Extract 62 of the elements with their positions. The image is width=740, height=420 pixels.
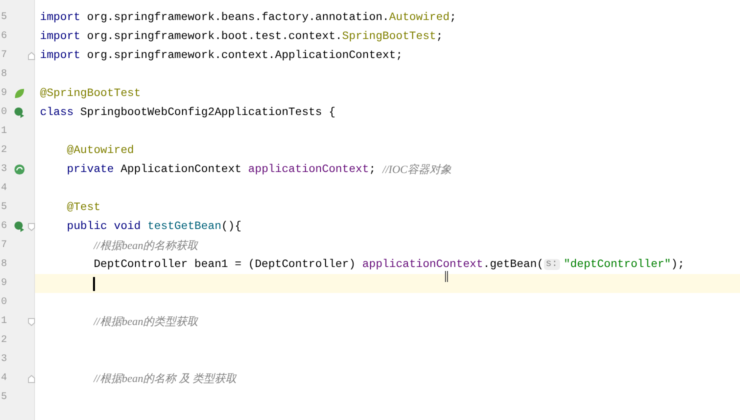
line-number: 6: [0, 31, 8, 42]
code-text: .getBean(: [483, 258, 544, 270]
string-literal: "deptController": [564, 258, 671, 270]
line-number: 7: [0, 240, 8, 251]
fold-marker-icon[interactable]: [28, 52, 35, 60]
fold-marker-icon[interactable]: [28, 318, 35, 326]
fold-marker-icon[interactable]: [28, 374, 35, 382]
line-number: 9: [0, 88, 8, 99]
line-number: 0: [0, 107, 8, 118]
annotation: @Autowired: [66, 144, 134, 156]
line-number: 9: [0, 278, 8, 289]
code-text: ;: [369, 164, 377, 176]
annotation: @SpringBootTest: [40, 88, 141, 100]
fold-marker-icon[interactable]: [28, 222, 35, 230]
line-number: 3: [0, 354, 8, 365]
code-comment: //根据bean的名称 及 类型获取: [94, 372, 237, 386]
line-number: 6: [0, 221, 8, 232]
keyword: import: [40, 30, 80, 42]
line-number: 1: [0, 316, 8, 327]
code-comment: //IOC容器对象: [382, 162, 452, 177]
field-name: applicationContext: [362, 258, 484, 270]
keyword: private: [66, 164, 114, 176]
code-text: org.springframework.context.ApplicationContext;: [87, 50, 403, 62]
keyword: import: [40, 12, 80, 24]
line-number: 1: [0, 126, 8, 137]
annotation: @Test: [66, 202, 100, 214]
line-number: 4: [0, 183, 8, 194]
code-text: ;: [450, 12, 456, 24]
line-number: 8: [0, 259, 8, 270]
bean-icon[interactable]: [14, 164, 24, 175]
text-cursor-icon: [445, 271, 448, 282]
code-text: );: [671, 258, 684, 270]
line-number: 5: [0, 392, 8, 403]
line-number: 3: [0, 164, 8, 175]
line-number: 5: [0, 202, 8, 213]
code-text: org.springframework.beans.factory.annotation.: [87, 12, 390, 24]
leaf-icon[interactable]: [14, 88, 24, 99]
method-name: testGetBean: [147, 220, 222, 232]
field-name: applicationContext: [248, 164, 369, 176]
code-text: (){: [221, 220, 242, 232]
code-comment: //根据bean的类型获取: [94, 315, 198, 329]
keyword: public void: [66, 220, 142, 232]
annotation: SpringBootTest: [342, 30, 436, 42]
line-number: 4: [0, 373, 8, 384]
keyword: class: [40, 106, 74, 118]
line-number: 0: [0, 297, 8, 308]
run-icon[interactable]: [14, 221, 24, 232]
code-text: org.springframework.boot.test.context.: [87, 30, 342, 42]
annotation: Autowired: [389, 12, 450, 24]
line-number: 2: [0, 145, 8, 156]
keyword: import: [40, 50, 80, 62]
line-number: 7: [0, 50, 8, 61]
line-number: 5: [0, 12, 8, 23]
code-text: ;: [436, 30, 443, 42]
code-text: ApplicationContext: [120, 164, 242, 176]
line-number: 2: [0, 335, 8, 346]
run-icon[interactable]: [14, 107, 24, 118]
code-comment: //根据bean的名称获取: [94, 239, 198, 253]
parameter-hint: s:: [544, 259, 560, 270]
code-text: SpringbootWebConfig2ApplicationTests {: [80, 106, 336, 118]
code-text: DeptController bean1 = (DeptController): [94, 258, 357, 270]
line-number: 8: [0, 69, 8, 80]
